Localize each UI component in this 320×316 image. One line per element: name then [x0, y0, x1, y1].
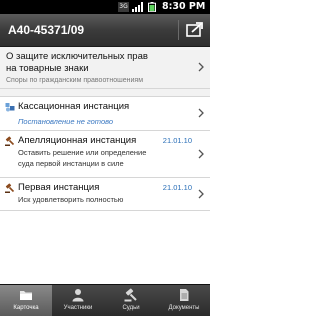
share-icon[interactable] — [180, 17, 208, 43]
gavel-icon — [5, 183, 15, 193]
instance-item-appeal[interactable]: Апелляционная инстанция 21.01.10 Оставит… — [0, 131, 210, 178]
signal-icon — [132, 2, 143, 12]
tab-label: Судьи — [122, 305, 140, 311]
instance-date: 21.01.10 — [162, 183, 192, 192]
gavel-icon — [5, 136, 15, 146]
tab-label: Карточка — [13, 305, 39, 311]
tab-label: Участники — [63, 305, 93, 311]
chevron-right-icon — [198, 149, 204, 159]
instance-title: Апелляционная инстанция — [18, 135, 137, 146]
topic-category: Споры по гражданским правоотношениям — [6, 77, 144, 84]
chevron-right-icon — [198, 62, 204, 72]
document-icon — [180, 289, 189, 301]
case-card-content: О защите исключительных прав на товарные… — [0, 47, 210, 211]
cassation-icon — [5, 103, 15, 112]
instance-item-first[interactable]: Первая инстанция 21.01.10 Иск удовлетвор… — [0, 178, 210, 211]
instance-item-cassation[interactable]: Кассационная инстанция Постановление не … — [0, 97, 210, 131]
instance-decision-line-2: суда первой инстанции в силе — [18, 159, 124, 168]
folder-icon — [20, 291, 32, 300]
section-gap — [0, 89, 210, 97]
header-bar: А40-45371/09 — [0, 14, 210, 47]
chevron-right-icon — [198, 108, 204, 118]
clock: 8:30 PM — [162, 1, 206, 12]
instance-decision-line-1: Оставить решение или определение — [18, 148, 147, 157]
person-icon — [72, 289, 84, 302]
tab-participants[interactable]: Участники — [52, 285, 104, 316]
instance-title: Кассационная инстанция — [18, 101, 130, 112]
instance-status: Постановление не готово — [18, 117, 114, 126]
topic-line-2: на товарные знаки — [6, 63, 89, 74]
status-bar: 3G 8:30 PM — [0, 0, 210, 14]
case-number-title: А40-45371/09 — [8, 23, 85, 37]
instance-decision-line-1: Иск удовлетворить полностью — [18, 195, 124, 204]
topic-line-1: О защите исключительных прав — [6, 51, 148, 62]
bottom-tab-bar: Карточка Участники Судьи Документы — [0, 284, 210, 316]
tab-card[interactable]: Карточка — [0, 285, 52, 316]
gavel-icon — [124, 288, 137, 302]
tab-documents[interactable]: Документы — [158, 285, 210, 316]
instance-date: 21.01.10 — [162, 136, 192, 145]
chevron-right-icon — [198, 189, 204, 199]
tab-judges[interactable]: Судьи — [105, 285, 157, 316]
header-divider — [178, 20, 179, 40]
3g-icon: 3G — [118, 2, 129, 12]
instance-title: Первая инстанция — [18, 182, 100, 193]
tab-label: Документы — [168, 305, 200, 311]
battery-icon — [148, 2, 156, 12]
case-topic-item[interactable]: О защите исключительных прав на товарные… — [0, 47, 210, 89]
